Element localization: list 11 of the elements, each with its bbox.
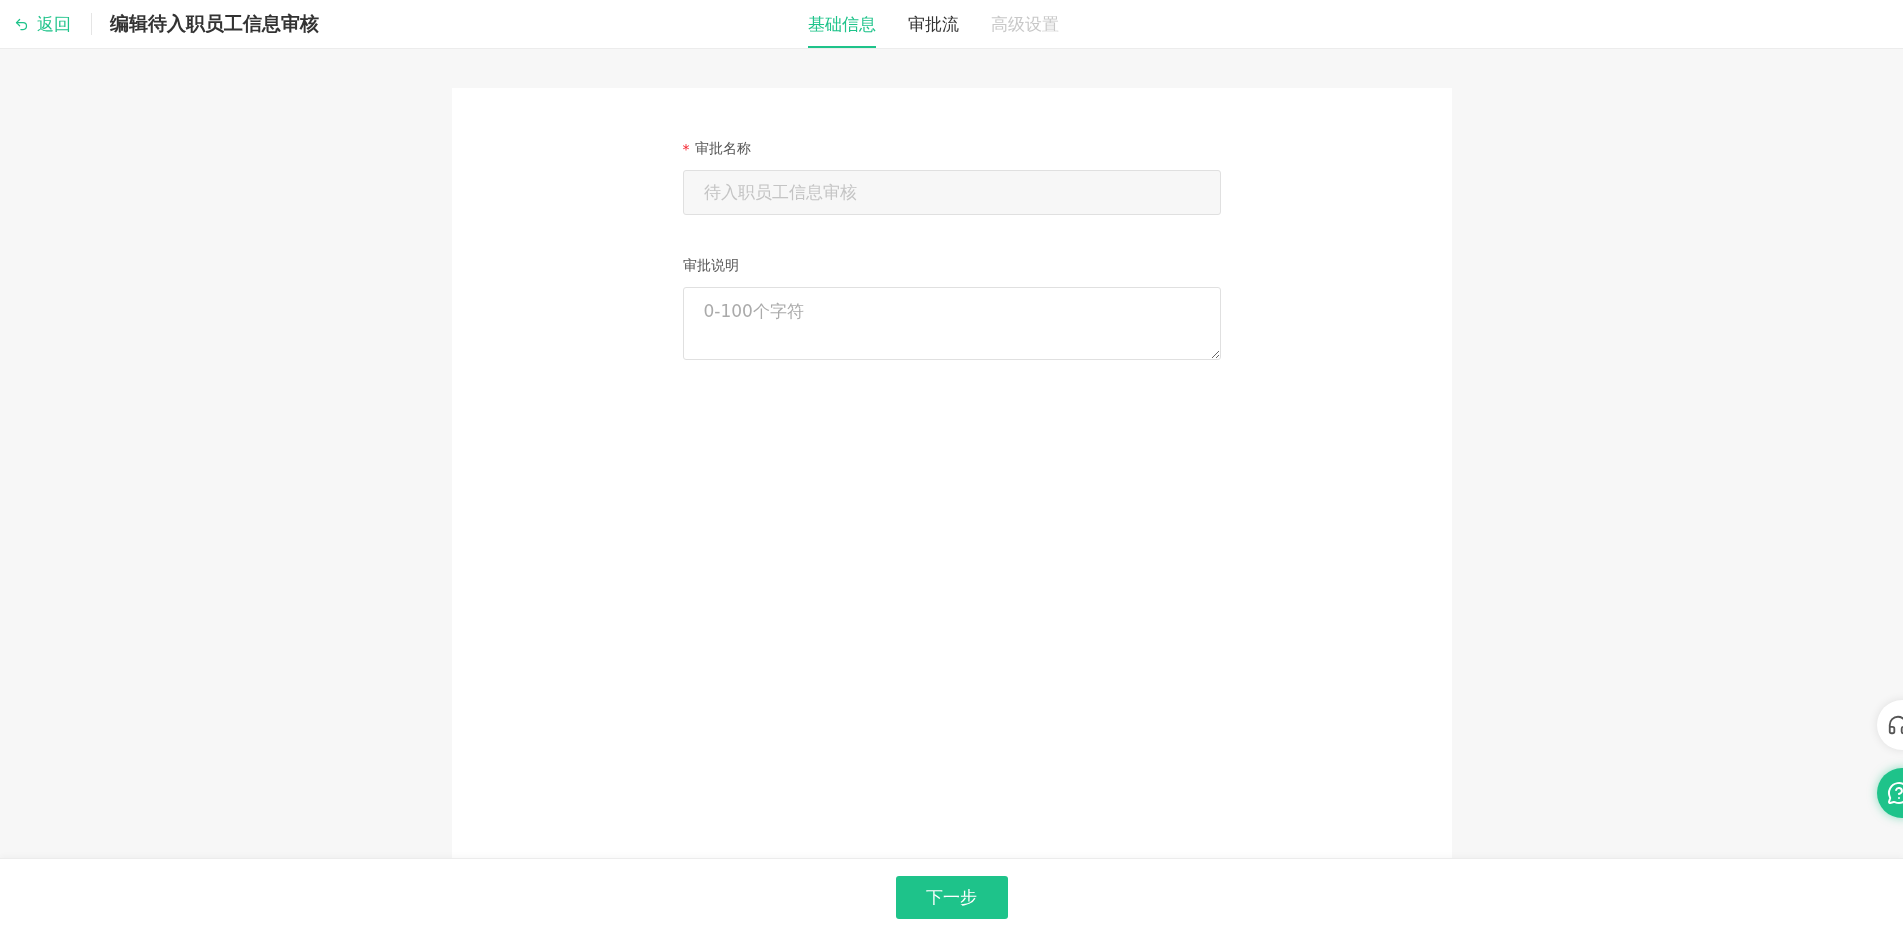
next-button[interactable]: 下一步 — [895, 875, 1008, 919]
required-mark: * — [682, 141, 690, 157]
headset-icon — [1887, 714, 1903, 736]
field-label: 审批名称 — [694, 140, 751, 158]
tab[interactable]: 基础信息 — [808, 0, 876, 48]
tab[interactable]: 审批流 — [908, 0, 959, 48]
undo-icon — [14, 16, 29, 32]
field-label: 审批说明 — [682, 257, 739, 275]
textarea-field[interactable]: 0-100个字符 — [682, 287, 1221, 360]
page-title: 编辑待入职员工信息审核 — [110, 11, 319, 36]
back-link[interactable]: 返回 — [0, 13, 92, 35]
